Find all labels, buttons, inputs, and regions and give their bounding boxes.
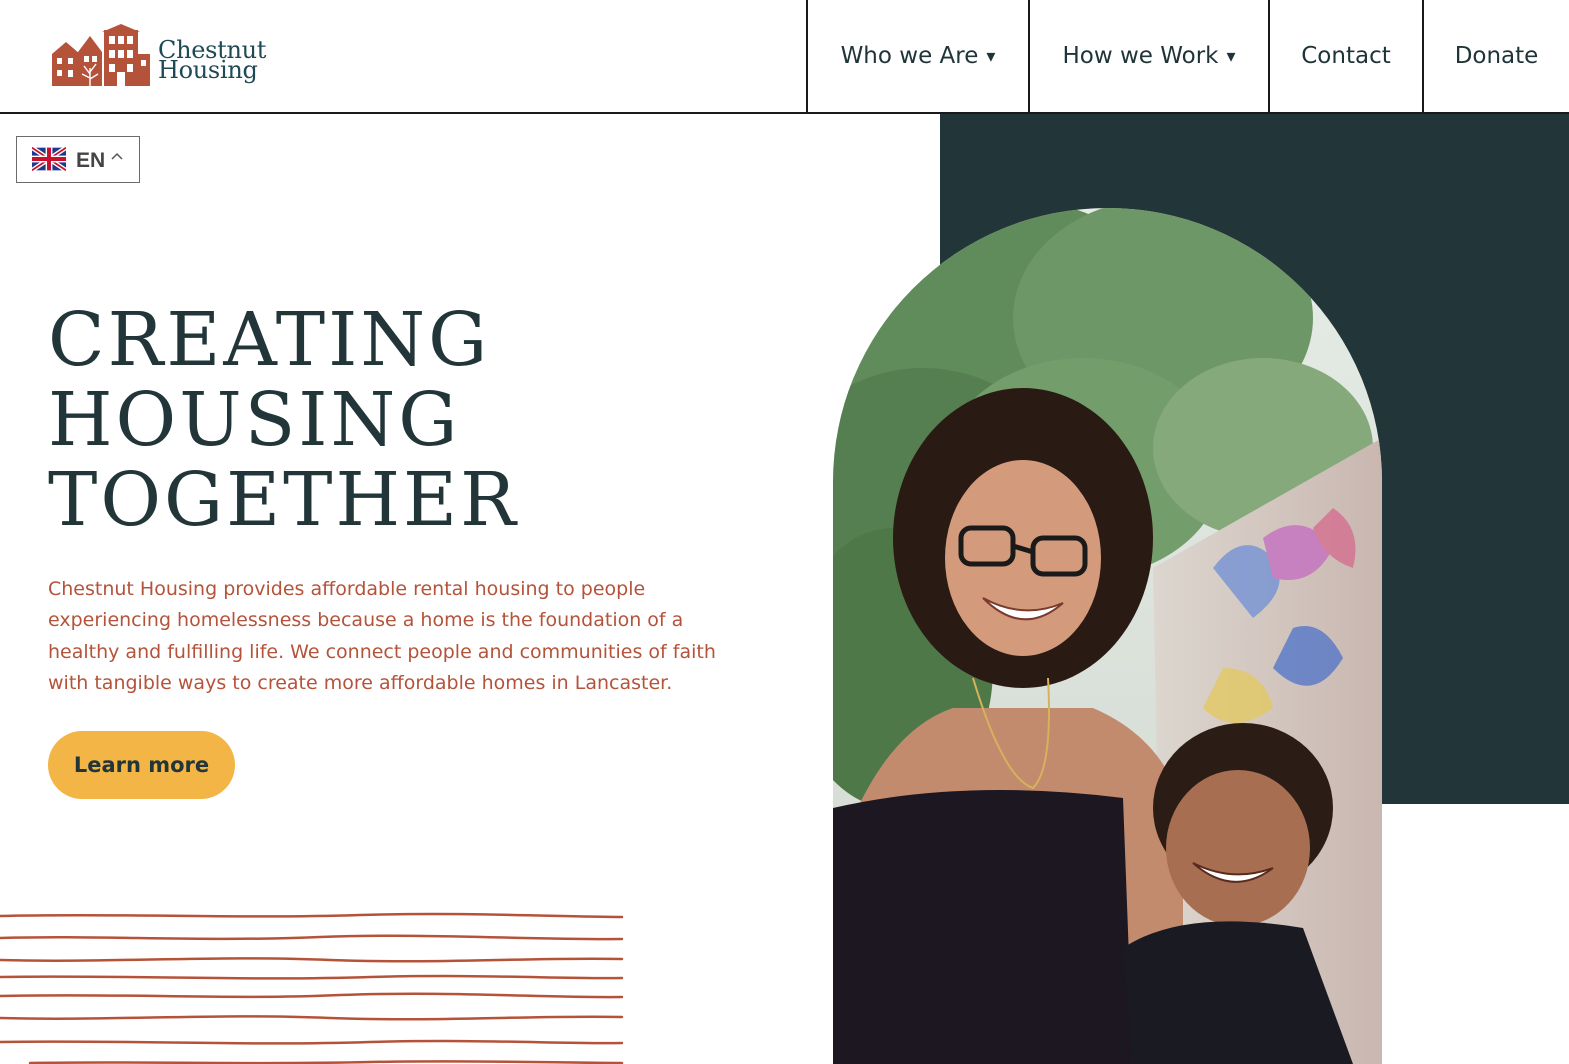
nav-contact-label: Contact xyxy=(1301,43,1391,69)
dropdown-caret-icon: ▾ xyxy=(1226,45,1236,67)
language-selector[interactable]: EN xyxy=(16,136,140,183)
nav-contact[interactable]: Contact xyxy=(1268,0,1422,112)
logo-wordmark: Chestnut Housing xyxy=(158,38,266,84)
nav-donate[interactable]: Donate xyxy=(1422,0,1569,112)
uk-flag-icon xyxy=(32,147,66,171)
language-code: EN xyxy=(76,149,106,172)
decorative-wave-lines xyxy=(0,912,624,1064)
site-logo[interactable]: Chestnut Housing xyxy=(52,24,272,88)
nav-donate-label: Donate xyxy=(1454,43,1539,69)
nav-who-we-are-label: Who we Are xyxy=(840,43,979,69)
chevron-up-icon xyxy=(111,152,123,160)
hero-photo xyxy=(833,208,1382,1064)
hero-headline: CREATING HOUSING TOGETHER xyxy=(48,300,519,540)
nav-how-we-work-label: How we Work xyxy=(1062,43,1219,69)
headline-line-3: TOGETHER xyxy=(48,457,519,543)
headline-line-1: CREATING xyxy=(48,297,491,383)
chestnut-housing-logo-icon xyxy=(52,24,150,86)
hero-photo-illustration xyxy=(833,208,1382,1064)
logo-line-2: Housing xyxy=(158,56,258,84)
headline-line-2: HOUSING xyxy=(48,377,461,463)
hero-description: Chestnut Housing provides affordable ren… xyxy=(48,578,716,694)
learn-more-button[interactable]: Learn more xyxy=(48,731,235,799)
nav-how-we-work[interactable]: How we Work ▾ xyxy=(1028,0,1268,112)
dropdown-caret-icon: ▾ xyxy=(986,45,996,67)
site-header: Chestnut Housing Who we Are ▾ How we Wor… xyxy=(0,0,1569,114)
nav-who-we-are[interactable]: Who we Are ▾ xyxy=(806,0,1028,112)
